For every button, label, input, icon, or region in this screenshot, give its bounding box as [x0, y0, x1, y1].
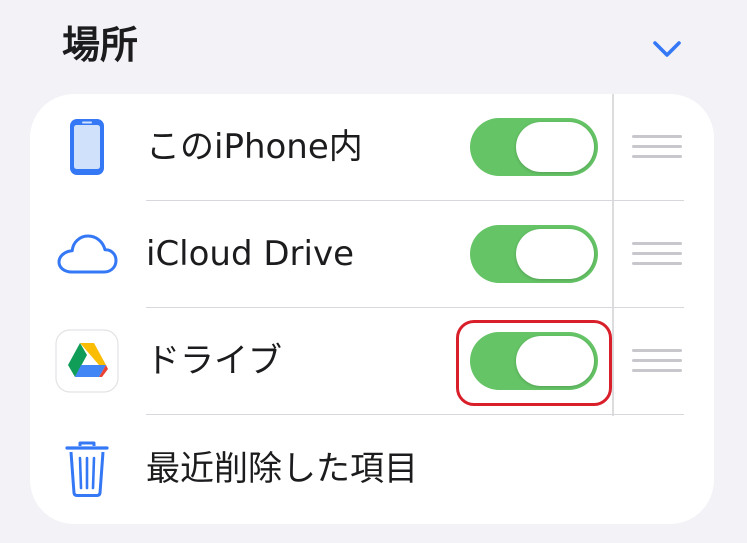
reorder-handle-icon[interactable]	[632, 135, 682, 159]
location-label: 最近削除した項目	[146, 449, 418, 489]
google-drive-icon	[54, 328, 120, 394]
location-label: このiPhone内	[146, 127, 363, 167]
chevron-down-icon[interactable]	[650, 36, 684, 62]
location-row-icloud[interactable]: iCloud Drive	[30, 201, 714, 308]
location-row-recently-deleted[interactable]: 最近削除した項目	[30, 416, 714, 523]
toggle-knob	[516, 122, 594, 172]
trash-icon	[54, 436, 120, 502]
location-label: ドライブ	[146, 341, 282, 381]
section-header: 場所	[0, 0, 747, 90]
locations-list: このiPhone内 iCloud Drive ドライブ 最近削除した項目	[30, 94, 714, 524]
iphone-location-toggle[interactable]	[470, 118, 598, 176]
icloud-location-toggle[interactable]	[470, 225, 598, 283]
annotation-highlight-box	[456, 320, 612, 406]
iphone-icon	[54, 114, 120, 180]
location-label: iCloud Drive	[146, 234, 355, 274]
row-separator	[146, 413, 684, 415]
toggle-knob	[516, 229, 594, 279]
location-row-iphone[interactable]: このiPhone内	[30, 94, 714, 201]
icloud-icon	[54, 221, 120, 287]
section-title: 場所	[62, 23, 139, 67]
reorder-handle-icon[interactable]	[632, 242, 682, 266]
reorder-handle-icon[interactable]	[632, 349, 682, 373]
